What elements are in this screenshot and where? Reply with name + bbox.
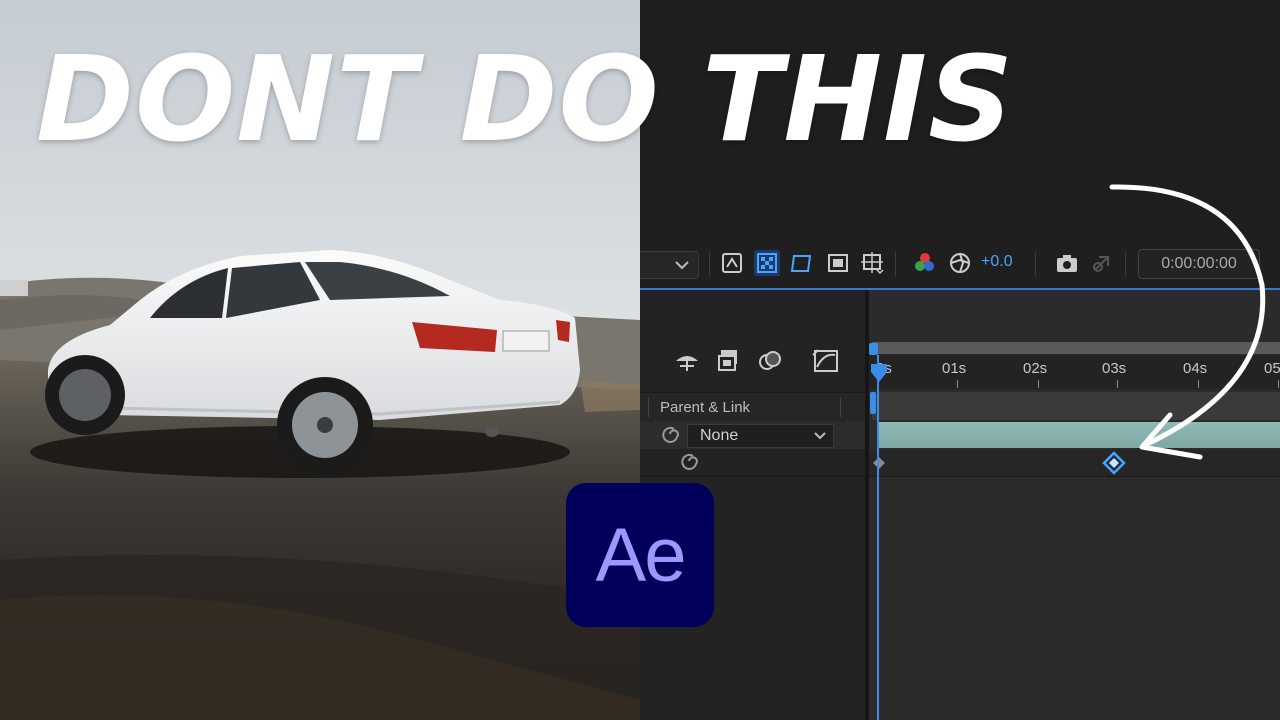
logo-text: Ae <box>595 512 687 598</box>
frame-blending-icon[interactable] <box>717 348 741 372</box>
color-channels-icon[interactable] <box>912 250 938 276</box>
keyframe-start-icon[interactable] <box>872 456 886 470</box>
graph-editor-icon[interactable] <box>812 347 840 373</box>
parent-link-column-header[interactable]: Parent & Link <box>640 392 865 422</box>
parent-select-value: None <box>700 427 739 444</box>
current-time-indicator-line <box>877 355 879 720</box>
switches-edge-icon <box>640 350 648 372</box>
pick-whip-icon[interactable] <box>679 452 699 472</box>
curved-arrow-icon <box>1109 184 1266 460</box>
chevron-down-icon <box>814 432 826 440</box>
ruler-tick <box>957 380 958 388</box>
pick-whip-icon[interactable] <box>660 425 680 445</box>
toolbar-separator <box>1035 252 1036 276</box>
magnification-dropdown[interactable] <box>640 251 699 279</box>
shy-layers-icon[interactable] <box>674 349 700 373</box>
ruler-tick <box>1038 380 1039 388</box>
snapshot-camera-icon[interactable] <box>1054 250 1080 276</box>
chevron-down-icon <box>675 261 689 270</box>
parent-select[interactable]: None <box>687 424 834 448</box>
ruler-label: 01s <box>942 360 967 377</box>
mask-path-icon[interactable] <box>788 250 814 276</box>
safe-margins-icon[interactable] <box>860 250 886 276</box>
current-time-cap <box>869 343 878 355</box>
region-of-interest-icon[interactable] <box>825 250 851 276</box>
parent-link-label: Parent & Link <box>660 399 751 416</box>
playhead-icon[interactable] <box>869 362 889 384</box>
thumbnail-headline: DONT DO THIS <box>36 30 1015 168</box>
motion-blur-icon[interactable] <box>758 348 784 372</box>
exposure-reset-icon[interactable] <box>947 250 973 276</box>
layer-in-marker <box>870 392 876 414</box>
toolbar-separator <box>709 252 710 276</box>
exposure-value[interactable]: +0.0 <box>981 253 1013 271</box>
ruler-label: 02s <box>1023 360 1048 377</box>
after-effects-logo: Ae <box>566 483 714 627</box>
toolbar-separator <box>895 252 896 276</box>
transparency-grid-icon[interactable] <box>754 250 780 276</box>
property-row[interactable] <box>640 450 865 477</box>
draft-3d-icon[interactable] <box>719 250 745 276</box>
